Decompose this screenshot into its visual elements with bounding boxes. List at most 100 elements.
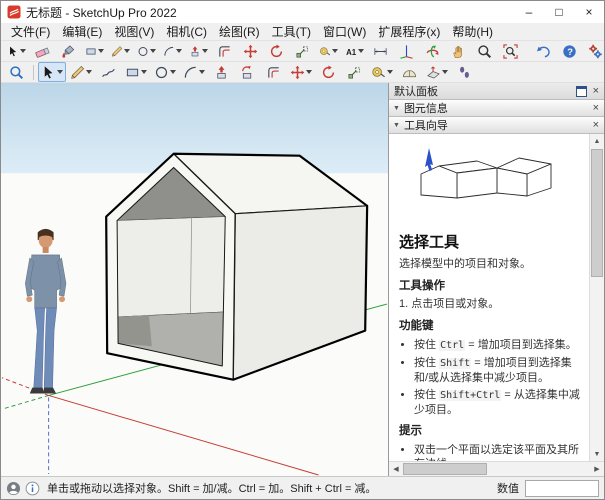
protractor-tool-button[interactable] [397,62,422,82]
tape-measure-tool-button[interactable] [368,62,396,82]
dropdown-arrow-icon[interactable] [141,70,147,74]
arc-icon [183,65,198,80]
scroll-down-icon[interactable]: ▼ [590,447,604,461]
zoom-tool-button[interactable] [472,41,497,61]
measurement-label: 数值 [497,480,519,496]
move-tool-button[interactable] [287,62,315,82]
instructor-illustration [399,140,583,229]
scroll-right-icon[interactable]: ▶ [590,462,604,476]
viewport[interactable] [1,83,389,476]
move-tool-button[interactable] [238,41,263,61]
line-tool-button[interactable] [108,41,133,61]
dropdown-arrow-icon[interactable] [170,70,176,74]
dropdown-arrow-icon[interactable] [150,49,156,53]
dock-icon[interactable] [576,86,587,97]
undo-view-tool-button[interactable] [531,41,556,61]
dropdown-arrow-icon[interactable] [124,49,130,53]
dropdown-arrow-icon[interactable] [176,49,182,53]
push-pull-tool-button[interactable] [186,41,211,61]
scroll-left-icon[interactable]: ◀ [389,462,403,476]
help-tool-button[interactable]: ? [557,41,582,61]
push-pull-tool-button[interactable] [209,62,234,82]
section-plane-tool-button[interactable] [423,62,451,82]
menu-item-3[interactable]: 相机(C) [160,23,213,40]
panel-close-icon[interactable]: × [591,103,601,114]
extension-warehouse-tool-button[interactable] [583,41,605,61]
menu-item-6[interactable]: 窗口(W) [317,23,372,40]
window-controls: – □ × [514,1,604,23]
menu-item-1[interactable]: 编辑(E) [56,23,108,40]
vertical-scrollbar[interactable]: ▲ ▼ [589,134,604,461]
menu-item-8[interactable]: 帮助(H) [446,23,499,40]
scale-tool-button[interactable] [342,62,367,82]
tape-measure-tool-button[interactable] [316,41,341,61]
sketchup-window: 无标题 - SketchUp Pro 2022 – □ × 文件(F)编辑(E)… [0,0,605,500]
info-icon[interactable] [25,481,40,496]
panel-header-instructor[interactable]: ▼ 工具向导 × [389,117,604,134]
dropdown-arrow-icon[interactable] [332,49,338,53]
scrollbar-thumb[interactable] [403,463,487,475]
arc-tool-button[interactable] [180,62,208,82]
menu-item-2[interactable]: 视图(V) [108,23,160,40]
dropdown-arrow-icon[interactable] [57,70,63,74]
svg-text:A1: A1 [346,47,357,56]
arc-tool-button[interactable] [160,41,185,61]
scroll-up-icon[interactable]: ▲ [590,134,604,148]
select-tool-button[interactable] [38,62,66,82]
horizontal-scrollbar[interactable]: ◀ ▶ [389,461,604,476]
circle-tool-button[interactable] [151,62,179,82]
account-icon[interactable] [6,481,21,496]
tray-close-icon[interactable]: × [591,86,601,97]
keyboard-key: Ctrl [439,340,465,351]
scale-tool-button[interactable] [290,41,315,61]
select-icon [7,44,19,59]
scrollbar-track[interactable] [487,462,590,476]
menu-item-0[interactable]: 文件(F) [5,23,56,40]
close-button[interactable]: × [574,1,604,23]
follow-me-tool-button[interactable] [235,62,260,82]
eraser-tool-button[interactable] [30,41,55,61]
offset-tool-button[interactable] [212,41,237,61]
scale-icon [347,65,362,80]
walk-tool-button[interactable] [452,62,477,82]
dropdown-arrow-icon[interactable] [306,70,312,74]
dimension-tool-button[interactable] [368,41,393,61]
panel-header-entity-info[interactable]: ▼ 图元信息 × [389,100,604,117]
circle-tool-button[interactable] [134,41,159,61]
measurement-input[interactable] [525,480,599,497]
dropdown-arrow-icon[interactable] [387,70,393,74]
maximize-button[interactable]: □ [544,1,574,23]
dropdown-arrow-icon[interactable] [20,49,26,53]
offset-tool-button[interactable] [261,62,286,82]
axes-tool-button[interactable] [394,41,419,61]
dropdown-arrow-icon[interactable] [86,70,92,74]
rectangle-tool-button[interactable] [122,62,150,82]
rotate-tool-button[interactable] [316,62,341,82]
paint-bucket-tool-button[interactable] [56,41,81,61]
menu-item-4[interactable]: 绘图(R) [213,23,266,40]
rectangle-tool-button[interactable] [82,41,107,61]
menu-item-5[interactable]: 工具(T) [266,23,317,40]
toolbar-separator [33,65,34,80]
minimize-button[interactable]: – [514,1,544,23]
freehand-tool-button[interactable] [96,62,121,82]
line-tool-button[interactable] [67,62,95,82]
select-tool-button[interactable] [4,41,29,61]
pan-tool-button[interactable] [446,41,471,61]
zoom-extents-tool-button[interactable] [498,41,523,61]
search-tool-button[interactable] [4,62,29,82]
scrollbar-thumb[interactable] [591,149,603,277]
text-tool-button[interactable]: A1 [342,41,367,61]
dropdown-arrow-icon[interactable] [199,70,205,74]
panel-close-icon[interactable]: × [591,120,601,131]
dropdown-arrow-icon[interactable] [98,49,104,53]
status-hint: 单击或拖动以选择对象。Shift = 加/减。Ctrl = 加。Shift + … [47,480,493,496]
menu-item-7[interactable]: 扩展程序(x) [372,23,446,40]
orbit-tool-button[interactable] [420,41,445,61]
title-bar[interactable]: 无标题 - SketchUp Pro 2022 – □ × [1,1,604,23]
dropdown-arrow-icon[interactable] [202,49,208,53]
tray-title-bar[interactable]: 默认面板 × [389,83,604,100]
dropdown-arrow-icon[interactable] [442,70,448,74]
dropdown-arrow-icon[interactable] [358,49,364,53]
rotate-tool-button[interactable] [264,41,289,61]
